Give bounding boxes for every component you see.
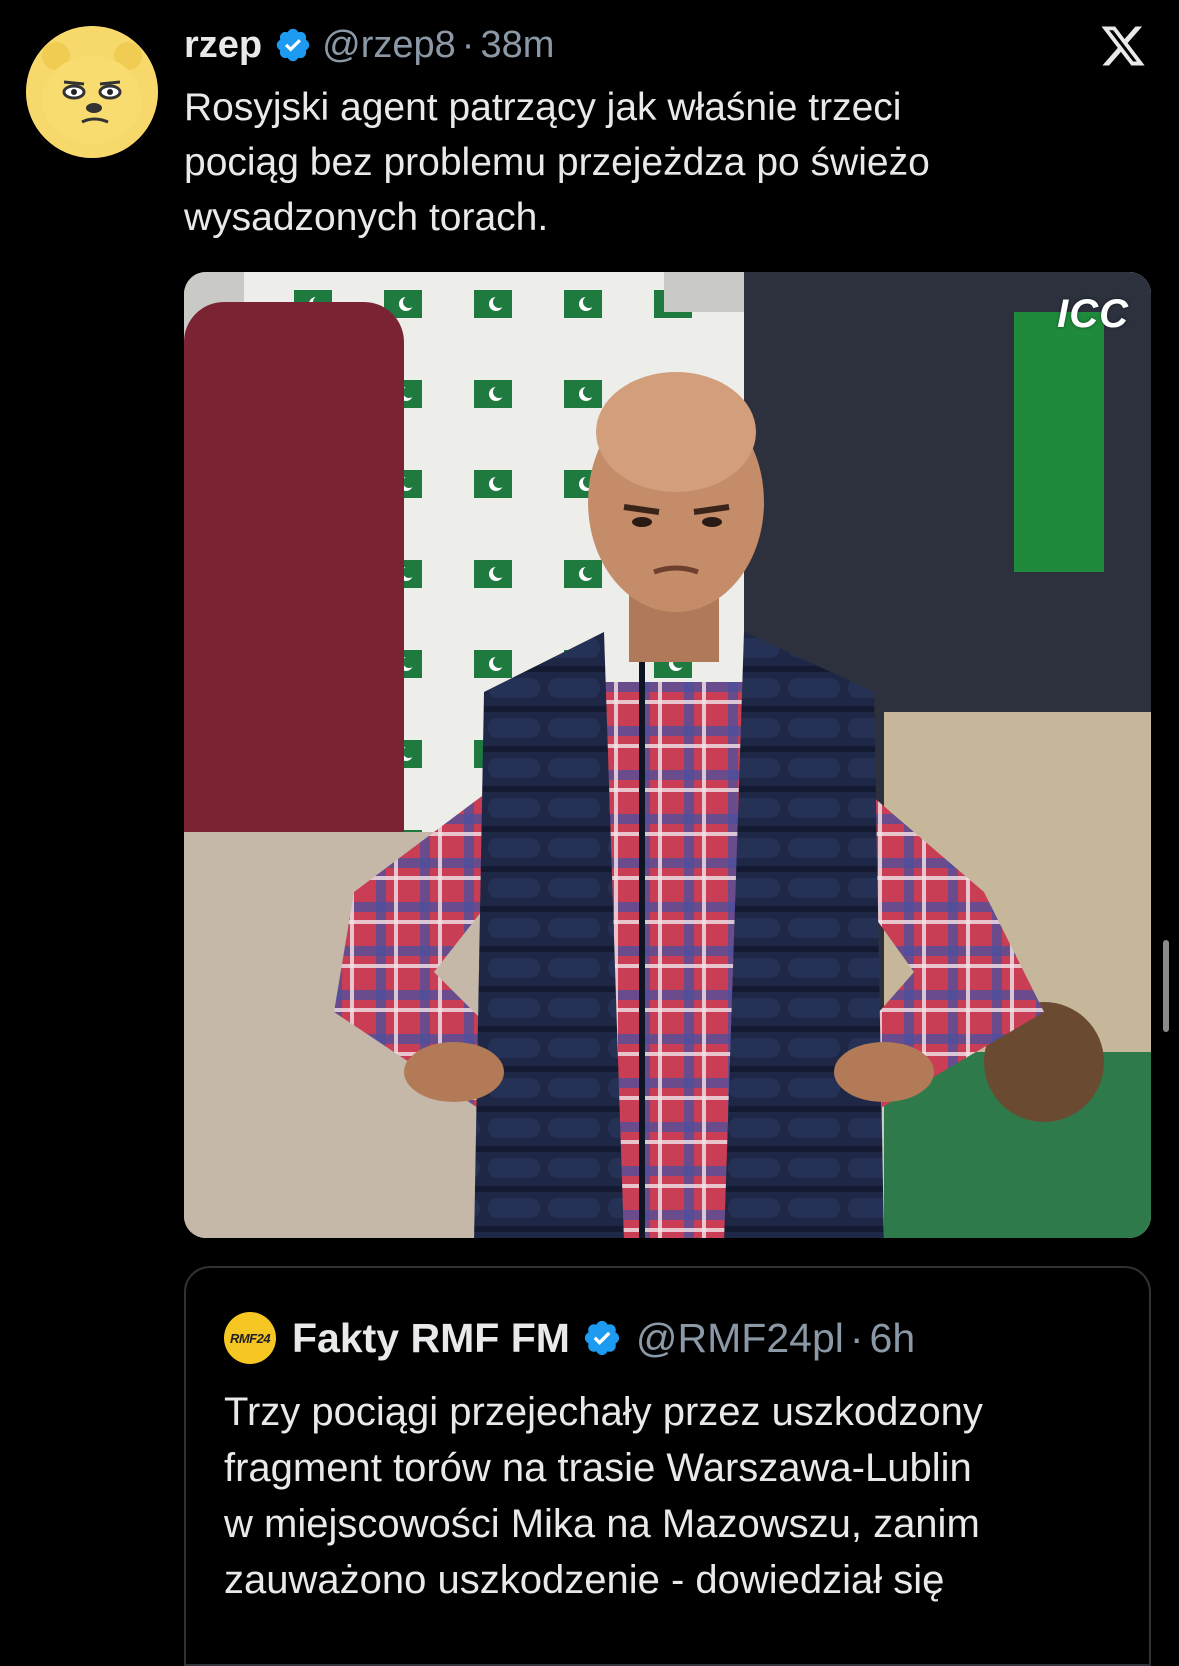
tweet-header: rzep @rzep8 · 38m xyxy=(184,22,554,68)
quoted-author-avatar[interactable]: RMF24 xyxy=(224,1312,276,1364)
tweet-media-image[interactable]: ICC xyxy=(184,272,1151,1238)
tweet-timestamp[interactable]: 38m xyxy=(480,24,554,67)
x-logo-icon xyxy=(1101,26,1145,66)
scrollbar[interactable] xyxy=(1163,940,1169,1032)
quoted-tweet-header: RMF24 Fakty RMF FM @RMF24pl · 6h xyxy=(224,1308,915,1368)
separator-dot: · xyxy=(461,23,475,66)
quoted-avatar-logo-text: RMF24 xyxy=(229,1330,271,1346)
quoted-tweet-timestamp[interactable]: 6h xyxy=(870,1315,916,1362)
verified-badge-icon xyxy=(276,28,310,62)
author-handle[interactable]: @rzep8 xyxy=(322,24,456,67)
author-avatar[interactable] xyxy=(26,26,158,158)
quoted-author-name[interactable]: Fakty RMF FM xyxy=(292,1315,570,1362)
verified-badge-icon xyxy=(584,1320,619,1356)
tweet-text: Rosyjski agent patrzący jak właśnie trze… xyxy=(184,86,930,239)
icc-watermark: ICC xyxy=(1057,292,1129,336)
author-name[interactable]: rzep xyxy=(184,24,262,67)
separator-dot: · xyxy=(849,1314,864,1361)
quoted-tweet[interactable]: RMF24 Fakty RMF FM @RMF24pl · 6h Trzy po… xyxy=(184,1266,1151,1666)
cartoon-bear-avatar-icon xyxy=(26,26,158,158)
quoted-tweet-text: Trzy pociągi przejechały przez uszkodzon… xyxy=(224,1390,983,1602)
meme-photo-disappointed-fan-icon xyxy=(184,272,1151,1238)
quoted-author-handle[interactable]: @RMF24pl xyxy=(636,1315,844,1362)
